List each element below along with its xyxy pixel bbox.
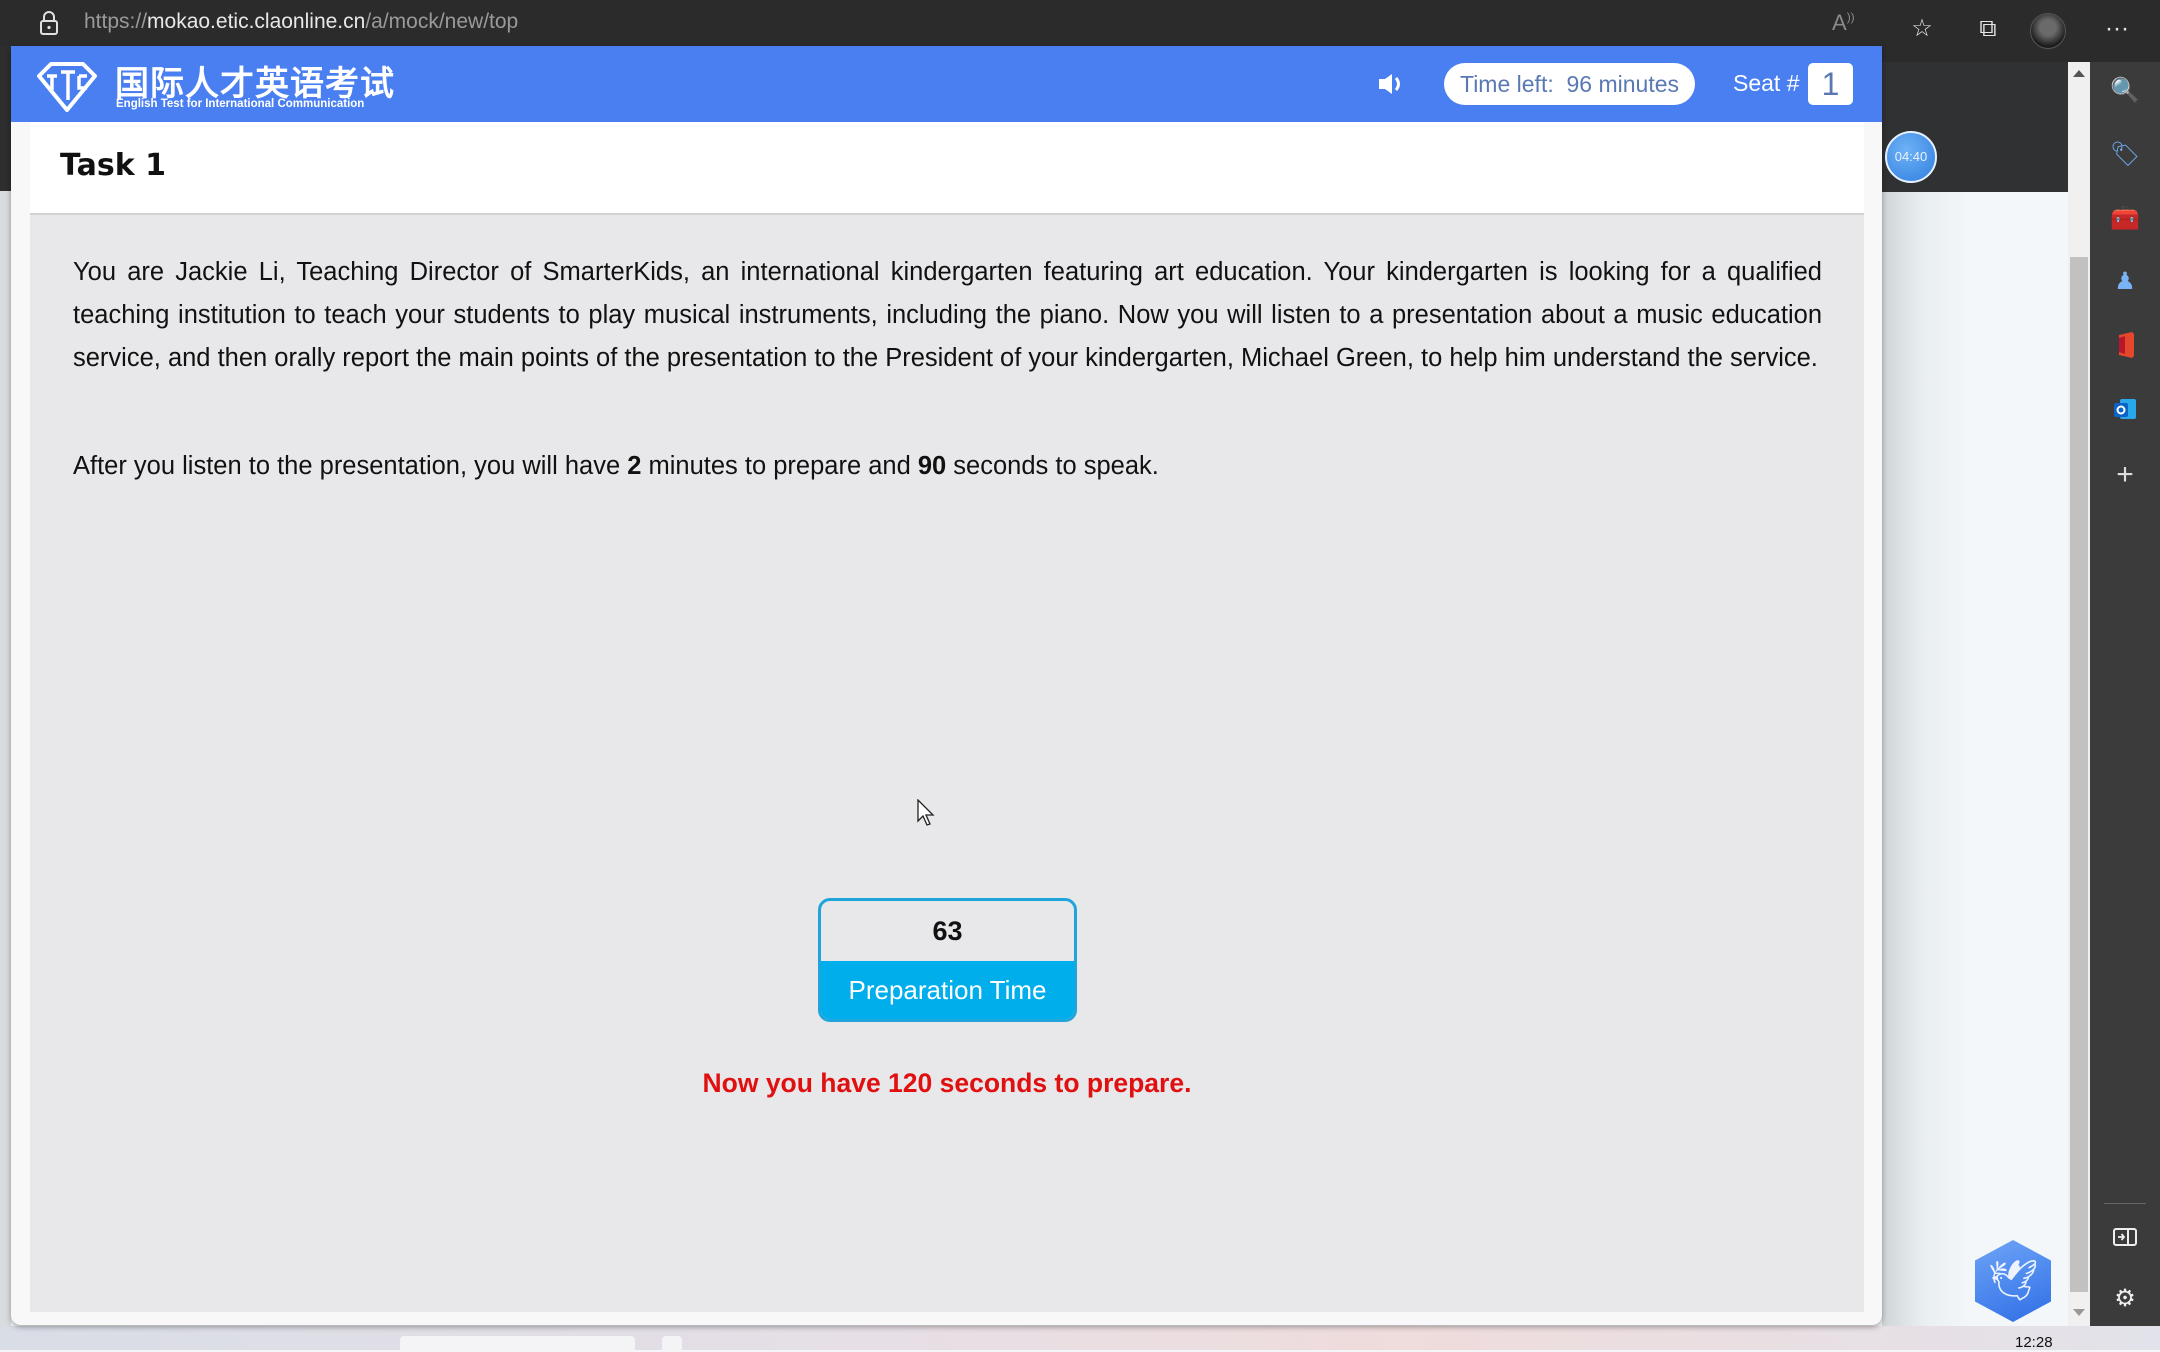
lock-icon: [40, 11, 58, 35]
games-icon[interactable]: ♟: [2110, 267, 2140, 297]
collections-icon[interactable]: ⧉: [1973, 14, 2003, 44]
speaker-volume-icon[interactable]: [1376, 70, 1406, 98]
exam-window: 国际人才英语考试 English Test for International …: [11, 46, 1882, 1325]
task-instructions: You are Jackie Li, Teaching Director of …: [73, 258, 1822, 372]
timing-text: After you listen to the presentation, yo…: [73, 452, 628, 480]
mouse-cursor-icon: [917, 799, 935, 826]
outlook-icon[interactable]: [2110, 394, 2140, 424]
add-icon[interactable]: +: [2110, 460, 2140, 490]
url-field[interactable]: https://mokao.etic.claonline.cn/a/mock/n…: [84, 10, 518, 34]
url-path: /a/mock/new/top: [365, 10, 519, 33]
speak-seconds: 90: [917, 452, 947, 480]
browser-address-bar: https://mokao.etic.claonline.cn/a/mock/n…: [0, 0, 2090, 46]
preparation-timer: 63 Preparation Time: [818, 898, 1077, 1022]
browser-toolbar: ☆ ⧉ ···: [1882, 0, 2160, 62]
task-content: You are Jackie Li, Teaching Director of …: [30, 215, 1864, 1312]
url-host: mokao.etic.claonline.cn: [147, 10, 366, 33]
seat-label: Seat #: [1733, 70, 1800, 96]
prepare-minutes: 2: [627, 452, 642, 480]
settings-icon[interactable]: ⚙: [2110, 1284, 2140, 1314]
etic-logo-icon: [37, 62, 97, 112]
edge-sidebar: 🔍 🏷 🧰 ♟ + ⚙: [2090, 62, 2160, 1326]
left-window-edge: [0, 46, 11, 1326]
os-taskbar: 12:28: [0, 1326, 2160, 1352]
time-left-value: 96 minutes: [1566, 71, 1680, 97]
timing-text: seconds to speak.: [946, 452, 1159, 480]
tools-icon[interactable]: 🧰: [2110, 204, 2140, 234]
shopping-tag-icon[interactable]: 🏷: [2110, 140, 2140, 170]
url-scheme: https://: [84, 10, 148, 33]
time-left-badge: Time left: 96 minutes: [1444, 63, 1696, 105]
more-icon[interactable]: ···: [2102, 14, 2132, 44]
favorites-icon[interactable]: ☆: [1907, 14, 1937, 44]
split-screen-icon[interactable]: [2110, 1222, 2140, 1252]
office-icon[interactable]: [2110, 330, 2140, 360]
seat-number: 1: [1808, 63, 1853, 105]
preparation-time-label: Preparation Time: [821, 961, 1074, 1019]
task-header: Task 1: [30, 122, 1864, 215]
floating-timer-bubble[interactable]: 04:40: [1885, 131, 1937, 183]
time-left-label: Time left:: [1460, 71, 1554, 97]
profile-avatar[interactable]: [2030, 13, 2066, 49]
taskbar-clock: 12:28: [2015, 1334, 2053, 1351]
scroll-up-arrow[interactable]: [2073, 70, 2085, 77]
exam-header: 国际人才英语考试 English Test for International …: [11, 46, 1882, 122]
scrollbar-thumb[interactable]: [2070, 257, 2088, 1292]
scroll-down-arrow[interactable]: [2073, 1309, 2085, 1316]
task-timing-info: After you listen to the presentation, yo…: [73, 445, 1822, 488]
search-icon[interactable]: 🔍: [2110, 76, 2140, 106]
preparation-countdown: 63: [932, 916, 963, 946]
task-title: Task 1: [60, 148, 166, 183]
read-aloud-icon[interactable]: A)): [1832, 10, 1855, 36]
sidebar-divider: [2104, 1203, 2146, 1204]
timing-text: minutes to prepare and: [641, 452, 918, 480]
background-page: [1882, 62, 2068, 1326]
preparation-notice: Now you have 120 seconds to prepare.: [702, 1068, 1192, 1098]
logo-english-subtitle: English Test for International Communica…: [116, 98, 365, 110]
page-scrollbar[interactable]: [2068, 62, 2090, 1326]
